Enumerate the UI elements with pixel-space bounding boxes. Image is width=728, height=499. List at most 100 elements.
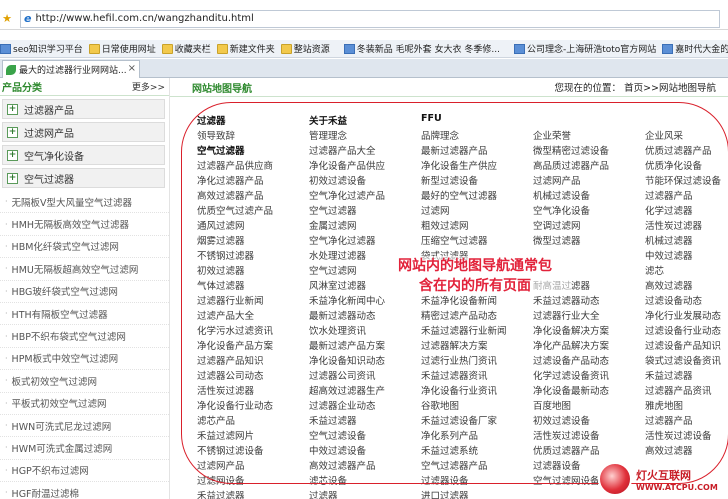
sitemap-link[interactable]: 滤芯产品 — [197, 413, 307, 427]
sitemap-link[interactable]: 饮水处理资讯 — [309, 323, 419, 337]
sitemap-link[interactable]: 高效过滤器产品 — [197, 188, 307, 202]
sitemap-link[interactable]: 过滤器产品 — [645, 188, 728, 202]
sitemap-link[interactable]: 禾益过滤器行业新闻 — [421, 323, 531, 337]
more-link[interactable]: 更多>> — [132, 80, 165, 93]
sitemap-link[interactable]: 不锈钢过滤器 — [197, 248, 307, 262]
sidebar-item[interactable]: · HBP不织布袋式空气过滤网 — [0, 325, 169, 348]
sitemap-link[interactable]: 过滤网产品 — [533, 173, 643, 187]
sitemap-link[interactable]: 微型过滤器 — [533, 233, 643, 247]
sitemap-link[interactable]: 活性炭过滤设备 — [645, 428, 728, 442]
sitemap-link[interactable]: 过滤器行业新闻 — [197, 293, 307, 307]
sitemap-link[interactable]: 品牌理念 — [421, 128, 531, 142]
sitemap-link[interactable]: 过滤器 — [197, 113, 307, 127]
url-input[interactable]: e http://www.hefil.com.cn/wangzhanditu.h… — [20, 9, 720, 28]
sidebar-item[interactable]: · HMU无隔板超高效空气过滤网 — [0, 258, 169, 281]
sitemap-link[interactable]: 禾益过滤器资讯 — [421, 368, 531, 382]
sidebar-item[interactable]: · HBG玻纤袋式空气过滤网 — [0, 281, 169, 303]
sitemap-link[interactable]: 净化设备行业动态 — [197, 398, 307, 412]
sitemap-link[interactable]: 高品质过滤器产品 — [533, 158, 643, 172]
sitemap-link[interactable]: 过滤器 — [309, 488, 419, 499]
sitemap-link[interactable]: 净化设备产品供应 — [309, 158, 419, 172]
sitemap-link[interactable]: 过滤网 — [421, 203, 531, 217]
sitemap-link[interactable]: 净化设备最新动态 — [533, 383, 643, 397]
sitemap-link[interactable]: 过滤器公司资讯 — [309, 368, 419, 382]
sitemap-link[interactable]: 过滤设备行业动态 — [645, 323, 728, 337]
sitemap-link[interactable]: 初效过滤设备 — [309, 173, 419, 187]
sitemap-link[interactable]: 净化设备知识动态 — [309, 353, 419, 367]
tab-active[interactable]: 最大的过滤器行业网网站... × — [2, 60, 140, 78]
sidebar-item[interactable]: · HPM板式中效空气过滤网 — [0, 348, 169, 371]
sidebar-item[interactable]: · HGF耐温过滤棉 — [0, 482, 169, 499]
sitemap-link[interactable]: 净化设备解决方案 — [533, 323, 643, 337]
sitemap-link[interactable]: 过滤器产品资讯 — [645, 383, 728, 397]
sitemap-link[interactable]: 过滤设备动态 — [645, 293, 728, 307]
favorite-item[interactable]: 新建文件夹 — [216, 42, 275, 55]
sitemap-link[interactable]: 过滤器产品知识 — [197, 353, 307, 367]
sitemap-link[interactable]: 过滤器行业大全 — [533, 308, 643, 322]
sitemap-link[interactable]: 高效过滤器 — [645, 443, 728, 457]
sidebar-item[interactable]: · 平板式初效空气过滤网 — [0, 393, 169, 415]
sitemap-link[interactable]: 空气净化过滤器 — [309, 233, 419, 247]
favorite-item[interactable]: 嘉时代大金的 — [662, 42, 728, 55]
favorite-item[interactable]: seo知识学习平台 — [0, 42, 83, 55]
sidebar-category[interactable]: + 过滤器产品 — [2, 99, 165, 119]
sitemap-link[interactable]: 过滤行业热门资讯 — [421, 353, 531, 367]
sitemap-link[interactable]: 净化系列产品 — [421, 428, 531, 442]
close-icon[interactable]: × — [128, 63, 136, 74]
sitemap-link[interactable]: 企业风采 — [645, 128, 728, 142]
sitemap-link[interactable]: 化学过滤器 — [645, 203, 728, 217]
sitemap-link[interactable]: 滤芯设备 — [309, 473, 419, 487]
sitemap-link[interactable]: 最新过滤产品方案 — [309, 338, 419, 352]
sitemap-link[interactable]: 节能环保过滤设备 — [645, 173, 728, 187]
sitemap-link[interactable]: 净化过滤器产品 — [197, 173, 307, 187]
sitemap-link[interactable]: 过滤设备产品知识 — [645, 338, 728, 352]
sitemap-link[interactable]: 粗效过滤网 — [421, 218, 531, 232]
sitemap-link[interactable]: 空气过滤器 — [197, 143, 307, 157]
sitemap-link[interactable]: 优质过滤器产品 — [645, 143, 728, 157]
sitemap-link[interactable]: 空气净化过滤产品 — [309, 188, 419, 202]
sitemap-link[interactable]: 过滤器企业动态 — [309, 398, 419, 412]
sitemap-link[interactable]: 空气过滤器产品 — [421, 458, 531, 472]
sitemap-link[interactable]: 高效过滤器产品 — [309, 458, 419, 472]
favorite-item[interactable]: 收藏夹栏 — [161, 42, 211, 55]
sidebar-category[interactable]: + 过滤网产品 — [2, 122, 165, 142]
sitemap-link[interactable]: 活性炭过滤设备 — [533, 428, 643, 442]
sidebar-item[interactable]: · HMH无隔板高效空气过滤器 — [0, 213, 169, 236]
sidebar-category[interactable]: + 空气净化设备 — [2, 145, 165, 165]
sitemap-link[interactable]: 初效过滤器 — [197, 263, 307, 277]
sitemap-link[interactable]: 禾益过滤设备厂家 — [421, 413, 531, 427]
sidebar-item[interactable]: · HBM化纤袋式空气过滤网 — [0, 236, 169, 259]
sitemap-link[interactable]: 优质过滤器产品 — [533, 443, 643, 457]
sitemap-link[interactable]: 禾益过滤器 — [309, 413, 419, 427]
sitemap-link[interactable]: 气体过滤器 — [197, 278, 307, 292]
sidebar-item[interactable]: · 板式初效空气过滤网 — [0, 370, 169, 393]
sitemap-link[interactable]: 精密过滤产品动态 — [421, 308, 531, 322]
sitemap-link[interactable]: 高效过滤器 — [645, 278, 728, 292]
favorite-item[interactable]: 日常使用网址 — [88, 42, 156, 55]
sitemap-link[interactable]: 净化设备生产供应 — [421, 158, 531, 172]
favorite-item[interactable]: 整站资源 — [280, 42, 330, 55]
sitemap-link[interactable]: FFU — [421, 113, 531, 124]
sitemap-link[interactable]: 空气净化设备 — [533, 203, 643, 217]
sitemap-link[interactable]: 净化设备产品方案 — [197, 338, 307, 352]
sitemap-link[interactable]: 金属过滤网 — [309, 218, 419, 232]
sitemap-link[interactable]: 新型过滤设备 — [421, 173, 531, 187]
sitemap-link[interactable]: 不锈钢过滤设备 — [197, 443, 307, 457]
sitemap-link[interactable]: 管理理念 — [309, 128, 419, 142]
sitemap-link[interactable]: 化学污水过滤资讯 — [197, 323, 307, 337]
sitemap-link[interactable]: 通风过滤网 — [197, 218, 307, 232]
sidebar-item[interactable]: · HGP不织布过滤网 — [0, 460, 169, 483]
sitemap-link[interactable]: 空调过滤网 — [533, 218, 643, 232]
sitemap-link[interactable]: 过滤网设备 — [197, 473, 307, 487]
sitemap-link[interactable]: 百度地图 — [533, 398, 643, 412]
sitemap-link[interactable]: 谷歌地图 — [421, 398, 531, 412]
favorite-item[interactable]: 冬装新品 毛呢外套 女大衣 冬季修... — [343, 42, 500, 55]
sitemap-link[interactable]: 中效过滤器 — [645, 248, 728, 262]
sidebar-item[interactable]: · HWN可洗式尼龙过滤网 — [0, 415, 169, 438]
sitemap-link[interactable]: 过滤器产品 — [645, 413, 728, 427]
sidebar-item[interactable]: · HWM可洗式金属过滤网 — [0, 437, 169, 460]
sitemap-link[interactable]: 禾益过滤器 — [197, 488, 307, 499]
sitemap-link[interactable]: 过滤器设备 — [421, 473, 531, 487]
sitemap-link[interactable]: 微型精密过滤设备 — [533, 143, 643, 157]
sitemap-link[interactable]: 禾益过滤网片 — [197, 428, 307, 442]
